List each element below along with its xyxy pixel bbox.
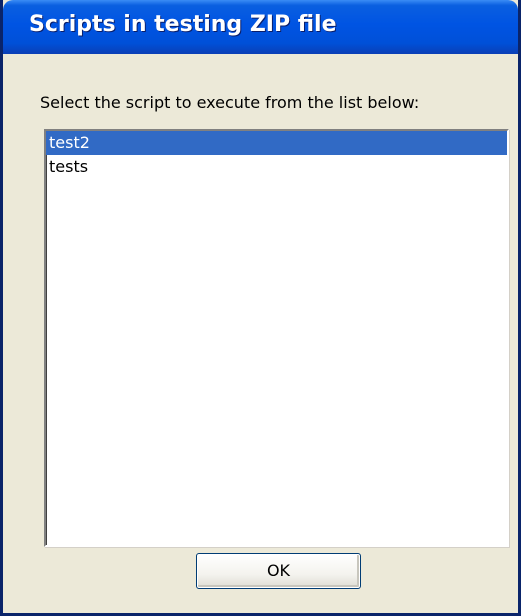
script-selection-dialog: Scripts in testing ZIP file Select the s… — [0, 0, 521, 616]
window-title: Scripts in testing ZIP file — [29, 12, 337, 37]
list-item-tests[interactable]: tests — [46, 155, 507, 179]
list-item-test2[interactable]: test2 — [46, 131, 507, 155]
instruction-label: Select the script to execute from the li… — [40, 93, 420, 112]
title-bar[interactable]: Scripts in testing ZIP file — [3, 0, 518, 54]
ok-button[interactable]: OK — [196, 553, 361, 589]
scripts-listbox[interactable]: test2 tests — [44, 129, 509, 547]
